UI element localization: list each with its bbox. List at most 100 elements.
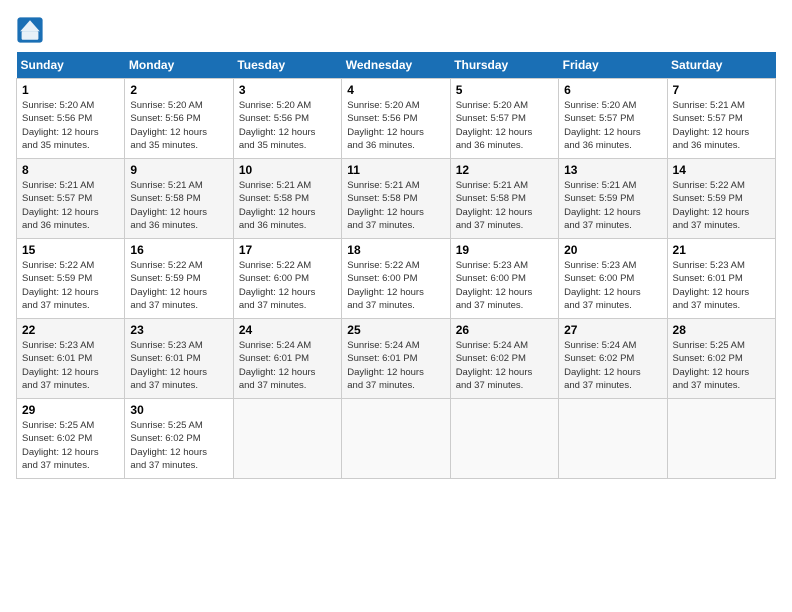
day-detail: Sunrise: 5:23 AMSunset: 6:00 PMDaylight:… — [564, 259, 661, 312]
calendar-day-empty — [667, 399, 775, 479]
day-number: 27 — [564, 323, 661, 337]
calendar-day-3: 3Sunrise: 5:20 AMSunset: 5:56 PMDaylight… — [233, 79, 341, 159]
day-detail: Sunrise: 5:21 AMSunset: 5:58 PMDaylight:… — [347, 179, 444, 232]
calendar-day-29: 29 Sunrise: 5:25 AMSunset: 6:02 PMDayligh… — [17, 399, 125, 479]
calendar-day-4: 4 Sunrise: 5:20 AMSunset: 5:56 PMDaylight… — [342, 79, 450, 159]
day-number: 17 — [239, 243, 336, 257]
day-number: 26 — [456, 323, 553, 337]
day-number: 22 — [22, 323, 119, 337]
day-detail: Sunrise: 5:23 AMSunset: 6:01 PMDaylight:… — [130, 339, 227, 392]
day-detail: Sunrise: 5:20 AMSunset: 5:56 PMDaylight:… — [130, 99, 227, 152]
calendar-day-18: 18 Sunrise: 5:22 AMSunset: 6:00 PMDayligh… — [342, 239, 450, 319]
day-number: 10 — [239, 163, 336, 177]
day-detail: Sunrise: 5:22 AMSunset: 5:59 PMDaylight:… — [22, 259, 119, 312]
day-number: 20 — [564, 243, 661, 257]
logo — [16, 16, 48, 44]
day-detail: Sunrise: 5:22 AMSunset: 6:00 PMDaylight:… — [239, 259, 336, 312]
calendar-day-7: 7 Sunrise: 5:21 AMSunset: 5:57 PMDaylight… — [667, 79, 775, 159]
day-detail: Sunrise: 5:24 AMSunset: 6:02 PMDaylight:… — [456, 339, 553, 392]
day-detail: Sunrise: 5:24 AMSunset: 6:01 PMDaylight:… — [239, 339, 336, 392]
day-detail: Sunrise: 5:21 AMSunset: 5:58 PMDaylight:… — [130, 179, 227, 232]
day-detail: Sunrise: 5:24 AMSunset: 6:02 PMDaylight:… — [564, 339, 661, 392]
day-detail: Sunrise: 5:22 AMSunset: 6:00 PMDaylight:… — [347, 259, 444, 312]
calendar-day-20: 20 Sunrise: 5:23 AMSunset: 6:00 PMDayligh… — [559, 239, 667, 319]
header-cell-friday: Friday — [559, 52, 667, 79]
calendar-week-5: 29 Sunrise: 5:25 AMSunset: 6:02 PMDayligh… — [17, 399, 776, 479]
calendar-day-12: 12 Sunrise: 5:21 AMSunset: 5:58 PMDayligh… — [450, 159, 558, 239]
calendar-day-8: 8Sunrise: 5:21 AMSunset: 5:57 PMDaylight… — [17, 159, 125, 239]
calendar-day-22: 22 Sunrise: 5:23 AMSunset: 6:01 PMDayligh… — [17, 319, 125, 399]
calendar-day-5: 5 Sunrise: 5:20 AMSunset: 5:57 PMDaylight… — [450, 79, 558, 159]
calendar-table: SundayMondayTuesdayWednesdayThursdayFrid… — [16, 52, 776, 479]
calendar-day-9: 9 Sunrise: 5:21 AMSunset: 5:58 PMDaylight… — [125, 159, 233, 239]
day-detail: Sunrise: 5:21 AMSunset: 5:58 PMDaylight:… — [456, 179, 553, 232]
calendar-week-1: 1 Sunrise: 5:20 AMSunset: 5:56 PMDaylight… — [17, 79, 776, 159]
calendar-day-empty — [450, 399, 558, 479]
calendar-day-24: 24 Sunrise: 5:24 AMSunset: 6:01 PMDayligh… — [233, 319, 341, 399]
day-number: 5 — [456, 83, 553, 97]
calendar-day-26: 26 Sunrise: 5:24 AMSunset: 6:02 PMDayligh… — [450, 319, 558, 399]
day-detail: Sunrise: 5:21 AMSunset: 5:58 PMDaylight:… — [239, 179, 336, 232]
day-detail: Sunrise: 5:20 AMSunset: 5:56 PMDaylight:… — [22, 99, 119, 152]
day-number: 24 — [239, 323, 336, 337]
day-detail: Sunrise: 5:20 AMSunset: 5:57 PMDaylight:… — [456, 99, 553, 152]
day-number: 7 — [673, 83, 770, 97]
calendar-day-1: 1 Sunrise: 5:20 AMSunset: 5:56 PMDaylight… — [17, 79, 125, 159]
calendar-day-16: 16Sunrise: 5:22 AMSunset: 5:59 PMDayligh… — [125, 239, 233, 319]
header-cell-monday: Monday — [125, 52, 233, 79]
day-number: 14 — [673, 163, 770, 177]
day-number: 1 — [22, 83, 119, 97]
calendar-day-2: 2 Sunrise: 5:20 AMSunset: 5:56 PMDaylight… — [125, 79, 233, 159]
day-number: 2 — [130, 83, 227, 97]
calendar-day-19: 19 Sunrise: 5:23 AMSunset: 6:00 PMDayligh… — [450, 239, 558, 319]
day-detail: Sunrise: 5:21 AMSunset: 5:57 PMDaylight:… — [673, 99, 770, 152]
calendar-week-3: 15 Sunrise: 5:22 AMSunset: 5:59 PMDayligh… — [17, 239, 776, 319]
calendar-day-30: 30 Sunrise: 5:25 AMSunset: 6:02 PMDayligh… — [125, 399, 233, 479]
day-detail: Sunrise: 5:21 AMSunset: 5:59 PMDaylight:… — [564, 179, 661, 232]
header-cell-saturday: Saturday — [667, 52, 775, 79]
day-number: 18 — [347, 243, 444, 257]
header-cell-wednesday: Wednesday — [342, 52, 450, 79]
calendar-day-13: 13 Sunrise: 5:21 AMSunset: 5:59 PMDayligh… — [559, 159, 667, 239]
calendar-week-2: 8Sunrise: 5:21 AMSunset: 5:57 PMDaylight… — [17, 159, 776, 239]
header — [16, 16, 776, 44]
calendar-day-6: 6 Sunrise: 5:20 AMSunset: 5:57 PMDaylight… — [559, 79, 667, 159]
header-cell-tuesday: Tuesday — [233, 52, 341, 79]
day-number: 15 — [22, 243, 119, 257]
day-detail: Sunrise: 5:23 AMSunset: 6:01 PMDaylight:… — [22, 339, 119, 392]
day-number: 30 — [130, 403, 227, 417]
day-detail: Sunrise: 5:25 AMSunset: 6:02 PMDaylight:… — [130, 419, 227, 472]
day-number: 9 — [130, 163, 227, 177]
calendar-day-10: 10 Sunrise: 5:21 AMSunset: 5:58 PMDayligh… — [233, 159, 341, 239]
day-number: 4 — [347, 83, 444, 97]
day-detail: Sunrise: 5:21 AMSunset: 5:57 PMDaylight:… — [22, 179, 119, 232]
logo-icon — [16, 16, 44, 44]
header-cell-sunday: Sunday — [17, 52, 125, 79]
day-number: 11 — [347, 163, 444, 177]
calendar-header-row: SundayMondayTuesdayWednesdayThursdayFrid… — [17, 52, 776, 79]
day-number: 25 — [347, 323, 444, 337]
calendar-day-15: 15 Sunrise: 5:22 AMSunset: 5:59 PMDayligh… — [17, 239, 125, 319]
calendar-day-28: 28Sunrise: 5:25 AMSunset: 6:02 PMDayligh… — [667, 319, 775, 399]
day-detail: Sunrise: 5:23 AMSunset: 6:00 PMDaylight:… — [456, 259, 553, 312]
day-number: 29 — [22, 403, 119, 417]
day-number: 28 — [673, 323, 770, 337]
calendar-day-11: 11 Sunrise: 5:21 AMSunset: 5:58 PMDayligh… — [342, 159, 450, 239]
day-number: 12 — [456, 163, 553, 177]
calendar-day-14: 14 Sunrise: 5:22 AMSunset: 5:59 PMDayligh… — [667, 159, 775, 239]
calendar-week-4: 22 Sunrise: 5:23 AMSunset: 6:01 PMDayligh… — [17, 319, 776, 399]
day-detail: Sunrise: 5:20 AMSunset: 5:56 PMDaylight:… — [347, 99, 444, 152]
day-number: 19 — [456, 243, 553, 257]
calendar-day-25: 25Sunrise: 5:24 AMSunset: 6:01 PMDayligh… — [342, 319, 450, 399]
day-number: 3 — [239, 83, 336, 97]
day-detail: Sunrise: 5:25 AMSunset: 6:02 PMDaylight:… — [22, 419, 119, 472]
day-detail: Sunrise: 5:22 AMSunset: 5:59 PMDaylight:… — [130, 259, 227, 312]
calendar-day-23: 23Sunrise: 5:23 AMSunset: 6:01 PMDayligh… — [125, 319, 233, 399]
day-detail: Sunrise: 5:22 AMSunset: 5:59 PMDaylight:… — [673, 179, 770, 232]
day-detail: Sunrise: 5:20 AMSunset: 5:57 PMDaylight:… — [564, 99, 661, 152]
day-number: 13 — [564, 163, 661, 177]
day-number: 6 — [564, 83, 661, 97]
calendar-day-empty — [342, 399, 450, 479]
header-cell-thursday: Thursday — [450, 52, 558, 79]
calendar-day-17: 17 Sunrise: 5:22 AMSunset: 6:00 PMDayligh… — [233, 239, 341, 319]
